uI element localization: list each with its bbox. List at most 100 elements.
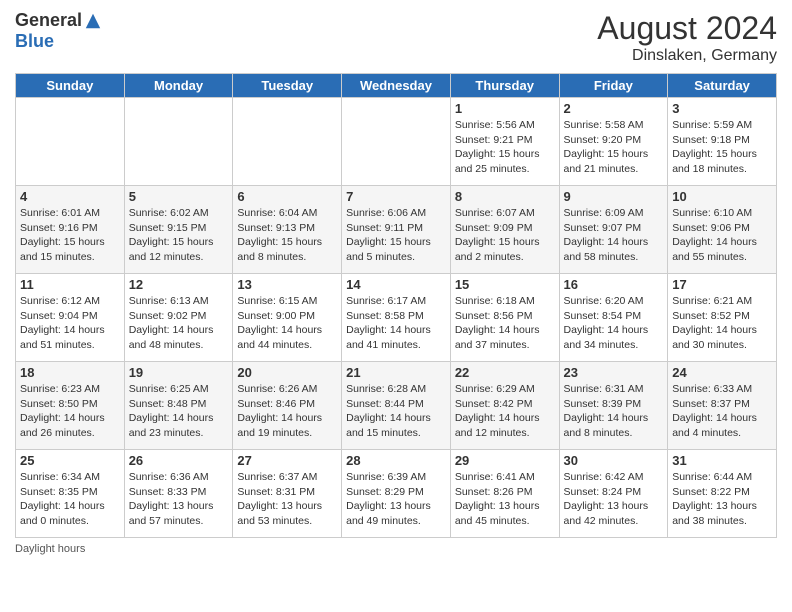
day-info: Sunrise: 6:12 AM Sunset: 9:04 PM Dayligh… — [20, 294, 120, 353]
day-info: Sunrise: 6:25 AM Sunset: 8:48 PM Dayligh… — [129, 382, 229, 441]
calendar-cell: 28Sunrise: 6:39 AM Sunset: 8:29 PM Dayli… — [342, 450, 451, 538]
calendar-cell: 17 Sunrise: 6:21 AM Sunset: 8:52 PM Dayli… — [668, 274, 777, 362]
title-section: August 2024 Dinslaken, Germany — [597, 10, 777, 65]
day-number: 7 — [346, 189, 446, 204]
day-number: 31 — [672, 453, 772, 468]
calendar-cell: 18 Sunrise: 6:23 AM Sunset: 8:50 PM Dayli… — [16, 362, 125, 450]
day-info: Sunrise: 6:36 AM Sunset: 8:33 PM Dayligh… — [129, 470, 229, 529]
logo-blue-text: Blue — [15, 31, 54, 52]
day-info: Sunrise: 6:28 AM Sunset: 8:44 PM Dayligh… — [346, 382, 446, 441]
calendar-week-row: 4Sunrise: 6:01 AM Sunset: 9:16 PM Daylig… — [16, 186, 777, 274]
day-info: Sunrise: 6:20 AM Sunset: 8:54 PM Dayligh… — [564, 294, 664, 353]
day-number: 2 — [564, 101, 664, 116]
day-of-week-header: Monday — [124, 74, 233, 98]
day-number: 11 — [20, 277, 120, 292]
calendar-week-row: 11 Sunrise: 6:12 AM Sunset: 9:04 PM Dayli… — [16, 274, 777, 362]
day-of-week-header: Friday — [559, 74, 668, 98]
day-number: 20 — [237, 365, 337, 380]
day-info: Sunrise: 6:18 AM Sunset: 8:56 PM Dayligh… — [455, 294, 555, 353]
day-info: Sunrise: 6:06 AM Sunset: 9:11 PM Dayligh… — [346, 206, 446, 265]
calendar-cell: 29 Sunrise: 6:41 AM Sunset: 8:26 PM Dayli… — [450, 450, 559, 538]
calendar-cell: 26 Sunrise: 6:36 AM Sunset: 8:33 PM Dayli… — [124, 450, 233, 538]
day-number: 24 — [672, 365, 772, 380]
day-info: Sunrise: 6:09 AM Sunset: 9:07 PM Dayligh… — [564, 206, 664, 265]
calendar-cell: 1 Sunrise: 5:56 AM Sunset: 9:21 PM Daylig… — [450, 98, 559, 186]
calendar-cell — [233, 98, 342, 186]
header: General Blue August 2024 Dinslaken, Germ… — [15, 10, 777, 65]
calendar-cell: 3Sunrise: 5:59 AM Sunset: 9:18 PM Daylig… — [668, 98, 777, 186]
calendar-cell — [16, 98, 125, 186]
day-info: Sunrise: 6:33 AM Sunset: 8:37 PM Dayligh… — [672, 382, 772, 441]
day-info: Sunrise: 6:01 AM Sunset: 9:16 PM Dayligh… — [20, 206, 120, 265]
calendar-header-row: SundayMondayTuesdayWednesdayThursdayFrid… — [16, 74, 777, 98]
day-of-week-header: Wednesday — [342, 74, 451, 98]
day-info: Sunrise: 6:41 AM Sunset: 8:26 PM Dayligh… — [455, 470, 555, 529]
day-number: 12 — [129, 277, 229, 292]
calendar-cell: 20Sunrise: 6:26 AM Sunset: 8:46 PM Dayli… — [233, 362, 342, 450]
day-number: 1 — [455, 101, 555, 116]
daylight-label: Daylight hours — [15, 543, 85, 555]
day-info: Sunrise: 6:39 AM Sunset: 8:29 PM Dayligh… — [346, 470, 446, 529]
day-number: 14 — [346, 277, 446, 292]
calendar-cell: 9 Sunrise: 6:09 AM Sunset: 9:07 PM Daylig… — [559, 186, 668, 274]
calendar-cell: 12 Sunrise: 6:13 AM Sunset: 9:02 PM Dayli… — [124, 274, 233, 362]
month-year: August 2024 — [597, 10, 777, 47]
day-number: 17 — [672, 277, 772, 292]
day-info: Sunrise: 6:42 AM Sunset: 8:24 PM Dayligh… — [564, 470, 664, 529]
day-number: 16 — [564, 277, 664, 292]
calendar-cell: 15 Sunrise: 6:18 AM Sunset: 8:56 PM Dayli… — [450, 274, 559, 362]
calendar-cell: 4Sunrise: 6:01 AM Sunset: 9:16 PM Daylig… — [16, 186, 125, 274]
location: Dinslaken, Germany — [597, 47, 777, 65]
logo-icon — [84, 12, 102, 30]
day-number: 6 — [237, 189, 337, 204]
calendar-cell: 25 Sunrise: 6:34 AM Sunset: 8:35 PM Dayli… — [16, 450, 125, 538]
day-info: Sunrise: 5:56 AM Sunset: 9:21 PM Dayligh… — [455, 118, 555, 177]
day-number: 19 — [129, 365, 229, 380]
calendar-cell: 10 Sunrise: 6:10 AM Sunset: 9:06 PM Dayli… — [668, 186, 777, 274]
day-info: Sunrise: 6:10 AM Sunset: 9:06 PM Dayligh… — [672, 206, 772, 265]
calendar-cell: 24 Sunrise: 6:33 AM Sunset: 8:37 PM Dayli… — [668, 362, 777, 450]
day-number: 15 — [455, 277, 555, 292]
day-info: Sunrise: 6:21 AM Sunset: 8:52 PM Dayligh… — [672, 294, 772, 353]
day-number: 25 — [20, 453, 120, 468]
calendar-cell: 31 Sunrise: 6:44 AM Sunset: 8:22 PM Dayli… — [668, 450, 777, 538]
calendar-cell: 22Sunrise: 6:29 AM Sunset: 8:42 PM Dayli… — [450, 362, 559, 450]
day-info: Sunrise: 6:34 AM Sunset: 8:35 PM Dayligh… — [20, 470, 120, 529]
day-info: Sunrise: 6:23 AM Sunset: 8:50 PM Dayligh… — [20, 382, 120, 441]
day-info: Sunrise: 6:15 AM Sunset: 9:00 PM Dayligh… — [237, 294, 337, 353]
day-number: 21 — [346, 365, 446, 380]
calendar-cell: 30 Sunrise: 6:42 AM Sunset: 8:24 PM Dayli… — [559, 450, 668, 538]
calendar-cell: 27 Sunrise: 6:37 AM Sunset: 8:31 PM Dayli… — [233, 450, 342, 538]
calendar-week-row: 1 Sunrise: 5:56 AM Sunset: 9:21 PM Daylig… — [16, 98, 777, 186]
calendar-week-row: 25 Sunrise: 6:34 AM Sunset: 8:35 PM Dayli… — [16, 450, 777, 538]
calendar-cell: 11 Sunrise: 6:12 AM Sunset: 9:04 PM Dayli… — [16, 274, 125, 362]
day-info: Sunrise: 6:04 AM Sunset: 9:13 PM Dayligh… — [237, 206, 337, 265]
day-number: 27 — [237, 453, 337, 468]
calendar-cell — [124, 98, 233, 186]
logo-general-text: General — [15, 10, 82, 31]
day-number: 26 — [129, 453, 229, 468]
calendar-cell: 6 Sunrise: 6:04 AM Sunset: 9:13 PM Daylig… — [233, 186, 342, 274]
day-number: 29 — [455, 453, 555, 468]
calendar-cell: 5 Sunrise: 6:02 AM Sunset: 9:15 PM Daylig… — [124, 186, 233, 274]
calendar-cell: 8Sunrise: 6:07 AM Sunset: 9:09 PM Daylig… — [450, 186, 559, 274]
day-number: 18 — [20, 365, 120, 380]
day-number: 23 — [564, 365, 664, 380]
day-number: 30 — [564, 453, 664, 468]
day-info: Sunrise: 6:44 AM Sunset: 8:22 PM Dayligh… — [672, 470, 772, 529]
footer: Daylight hours — [15, 543, 777, 555]
calendar-cell: 16 Sunrise: 6:20 AM Sunset: 8:54 PM Dayli… — [559, 274, 668, 362]
calendar-cell: 21 Sunrise: 6:28 AM Sunset: 8:44 PM Dayli… — [342, 362, 451, 450]
day-info: Sunrise: 6:37 AM Sunset: 8:31 PM Dayligh… — [237, 470, 337, 529]
day-info: Sunrise: 6:13 AM Sunset: 9:02 PM Dayligh… — [129, 294, 229, 353]
day-number: 10 — [672, 189, 772, 204]
day-number: 9 — [564, 189, 664, 204]
calendar-table: SundayMondayTuesdayWednesdayThursdayFrid… — [15, 73, 777, 538]
calendar-cell: 19 Sunrise: 6:25 AM Sunset: 8:48 PM Dayli… — [124, 362, 233, 450]
day-info: Sunrise: 6:02 AM Sunset: 9:15 PM Dayligh… — [129, 206, 229, 265]
calendar-cell: 23Sunrise: 6:31 AM Sunset: 8:39 PM Dayli… — [559, 362, 668, 450]
calendar-week-row: 18 Sunrise: 6:23 AM Sunset: 8:50 PM Dayli… — [16, 362, 777, 450]
day-number: 22 — [455, 365, 555, 380]
day-number: 5 — [129, 189, 229, 204]
calendar-cell: 13Sunrise: 6:15 AM Sunset: 9:00 PM Dayli… — [233, 274, 342, 362]
